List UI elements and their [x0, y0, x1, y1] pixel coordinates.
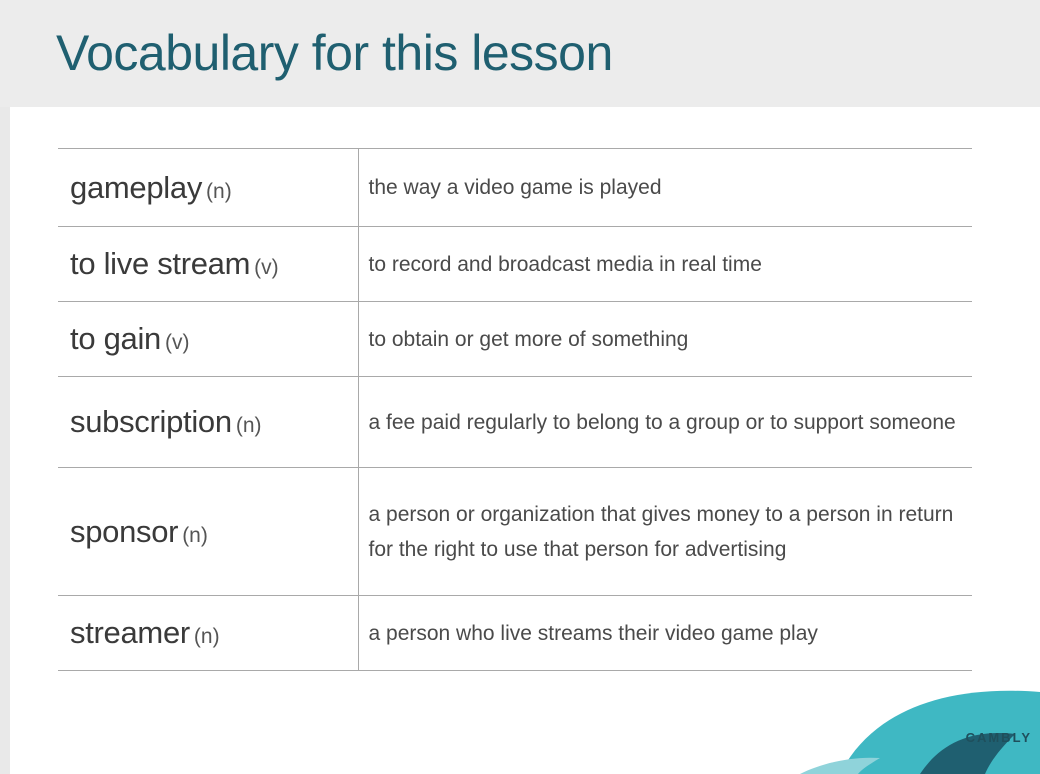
definition-cell: a person or organization that gives mone… — [358, 467, 972, 596]
vocab-word: sponsor — [70, 513, 179, 549]
term-cell: to live stream (v) — [58, 226, 359, 302]
brand-decoration-shape — [800, 690, 1040, 774]
part-of-speech: (v) — [254, 256, 279, 279]
definition-cell: a person who live streams their video ga… — [358, 595, 972, 671]
table-row: subscription (n) a fee paid regularly to … — [58, 376, 972, 468]
vocab-word: to live stream — [70, 246, 251, 281]
table-row: to live stream (v) to record and broadcas… — [58, 226, 972, 302]
definition-cell: to obtain or get more of something — [358, 301, 972, 377]
term-cell: streamer (n) — [58, 595, 359, 671]
part-of-speech: (n) — [206, 179, 232, 203]
slide-header: Vocabulary for this lesson — [0, 0, 1040, 107]
term-cell: sponsor (n) — [58, 467, 359, 596]
definition-cell: to record and broadcast media in real ti… — [358, 226, 972, 302]
page-title: Vocabulary for this lesson — [56, 25, 613, 81]
part-of-speech: (n) — [235, 414, 262, 437]
definition-cell: the way a video game is played — [358, 148, 972, 227]
vocab-word: gameplay — [70, 169, 203, 205]
term-cell: subscription (n) — [58, 376, 359, 468]
part-of-speech: (n) — [193, 625, 220, 648]
table-row: gameplay (n) the way a video game is play… — [58, 148, 972, 227]
vocab-word: to gain — [70, 321, 161, 356]
brand-logo-text: CAMBLY — [965, 730, 1032, 745]
term-cell: gameplay (n) — [58, 148, 359, 227]
term-cell: to gain (v) — [58, 301, 359, 377]
vocab-word: streamer — [70, 615, 190, 650]
vocabulary-table: gameplay (n) the way a video game is play… — [58, 148, 972, 671]
table-row: to gain (v) to obtain or get more of some… — [58, 301, 972, 377]
vocab-word: subscription — [70, 404, 232, 439]
part-of-speech: (n) — [182, 523, 208, 547]
table-row: sponsor (n) a person or organization that… — [58, 467, 972, 596]
definition-cell: a fee paid regularly to belong to a grou… — [358, 376, 972, 468]
part-of-speech: (v) — [164, 331, 190, 354]
table-row: streamer (n) a person who live streams th… — [58, 595, 972, 671]
